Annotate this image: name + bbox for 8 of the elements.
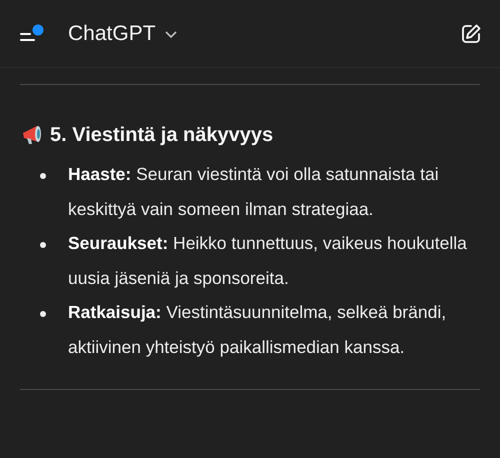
bullet-text: Haaste: Seuran viestintä voi olla satunnaista tai keskittyä vain someen ilman strategiaa. bbox=[68, 163, 440, 221]
bullet-text: Seuraukset: Heikko tunnettuus, vaikeus houkutella uusia jäseniä ja sponsoreita. bbox=[68, 232, 468, 290]
new-chat-button[interactable] bbox=[460, 22, 482, 44]
model-selector[interactable]: ChatGPT bbox=[68, 22, 178, 46]
bullet-text: Ratkaisuja: Viestintäsuunnitelma, selkeä brändi, aktiivinen yhteistyö paikallismedian kanssa. bbox=[68, 301, 448, 359]
section-heading: 5. Viestintä ja näkyvyys bbox=[50, 124, 274, 146]
edit-icon bbox=[460, 22, 482, 44]
chevron-down-icon bbox=[164, 28, 178, 38]
